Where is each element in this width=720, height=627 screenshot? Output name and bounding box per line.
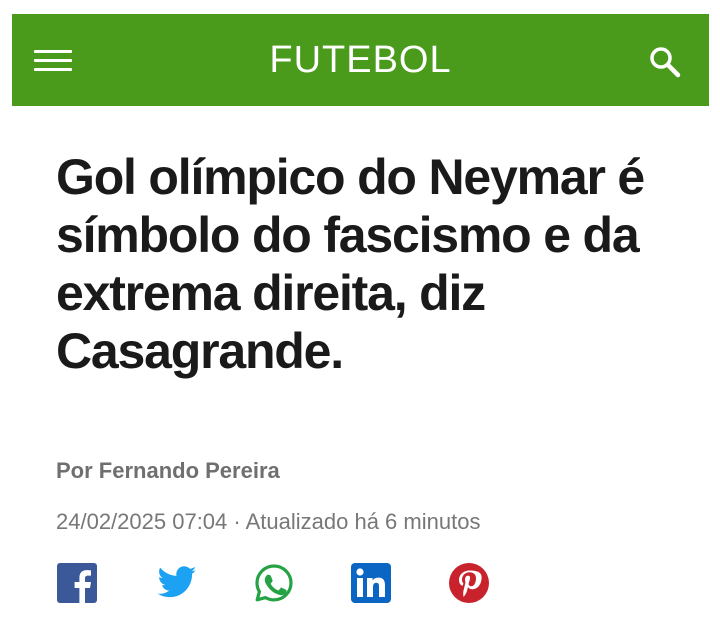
hamburger-menu-icon[interactable]	[34, 44, 72, 76]
article-meta: 24/02/2025 07:04 · Atualizado há 6 minut…	[56, 509, 480, 535]
share-bar	[56, 562, 516, 604]
updated-time: Atualizado há 6 minutos	[245, 509, 481, 534]
whatsapp-icon[interactable]	[253, 562, 295, 604]
search-icon[interactable]	[647, 44, 683, 80]
section-title: FUTEBOL	[269, 38, 452, 81]
meta-separator: ·	[227, 509, 246, 534]
pinterest-icon[interactable]	[448, 562, 490, 604]
article-page: FUTEBOL Gol olímpico do Neymar é símbolo…	[0, 0, 720, 627]
twitter-icon[interactable]	[156, 562, 198, 604]
article-author: Por Fernando Pereira	[56, 458, 280, 483]
linkedin-icon[interactable]	[350, 562, 392, 604]
facebook-icon[interactable]	[56, 562, 98, 604]
publish-date: 24/02/2025 07:04	[56, 509, 228, 534]
article-headline: Gol olímpico do Neymar é símbolo do fasc…	[56, 149, 645, 379]
top-bar: FUTEBOL	[12, 14, 709, 106]
